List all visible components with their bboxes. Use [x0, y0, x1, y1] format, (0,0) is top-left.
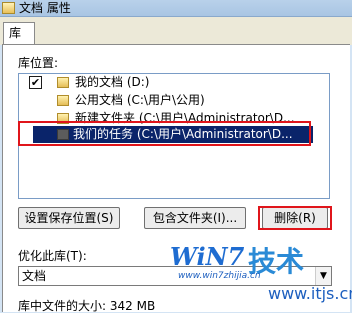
- highlight-box: [258, 206, 332, 230]
- size-value: 342 MB: [109, 299, 156, 313]
- tab-strip: [0, 17, 352, 45]
- window-title: 文档 属性: [19, 1, 71, 15]
- title-bar: 文档 属性: [0, 0, 352, 17]
- list-item[interactable]: ✔ 我的文档 (D:): [19, 74, 329, 91]
- set-save-location-button[interactable]: 设置保存位置(S): [18, 207, 120, 229]
- list-item-label: 公用文档 (C:\用户\公用): [75, 93, 205, 107]
- library-locations-label: 库位置:: [18, 56, 59, 70]
- watermark: WiN7 技术 www.win7zhijia.cn www.itjs.cn: [160, 240, 352, 312]
- watermark-url-2: www.itjs.cn: [268, 284, 352, 303]
- list-item[interactable]: 公用文档 (C:\用户\公用): [19, 92, 329, 109]
- size-label-text: 库中文件的大小:: [18, 299, 107, 313]
- optimize-label: 优化此库(T):: [18, 249, 87, 263]
- watermark-logo: WiN7: [170, 242, 245, 271]
- folder-icon: [57, 77, 69, 88]
- tab-library[interactable]: 库: [3, 22, 35, 45]
- include-folder-button[interactable]: 包含文件夹(I)...: [144, 207, 246, 229]
- watermark-url: www.win7zhijia.cn: [178, 271, 261, 281]
- list-item-label: 我的文档 (D:): [75, 75, 150, 89]
- optimize-select-value: 文档: [22, 269, 47, 283]
- folder-icon: [2, 2, 15, 14]
- size-label: 库中文件的大小: 342 MB: [18, 299, 155, 313]
- highlight-box: [18, 121, 311, 146]
- checkbox[interactable]: ✔: [29, 76, 42, 89]
- folder-icon: [57, 95, 69, 106]
